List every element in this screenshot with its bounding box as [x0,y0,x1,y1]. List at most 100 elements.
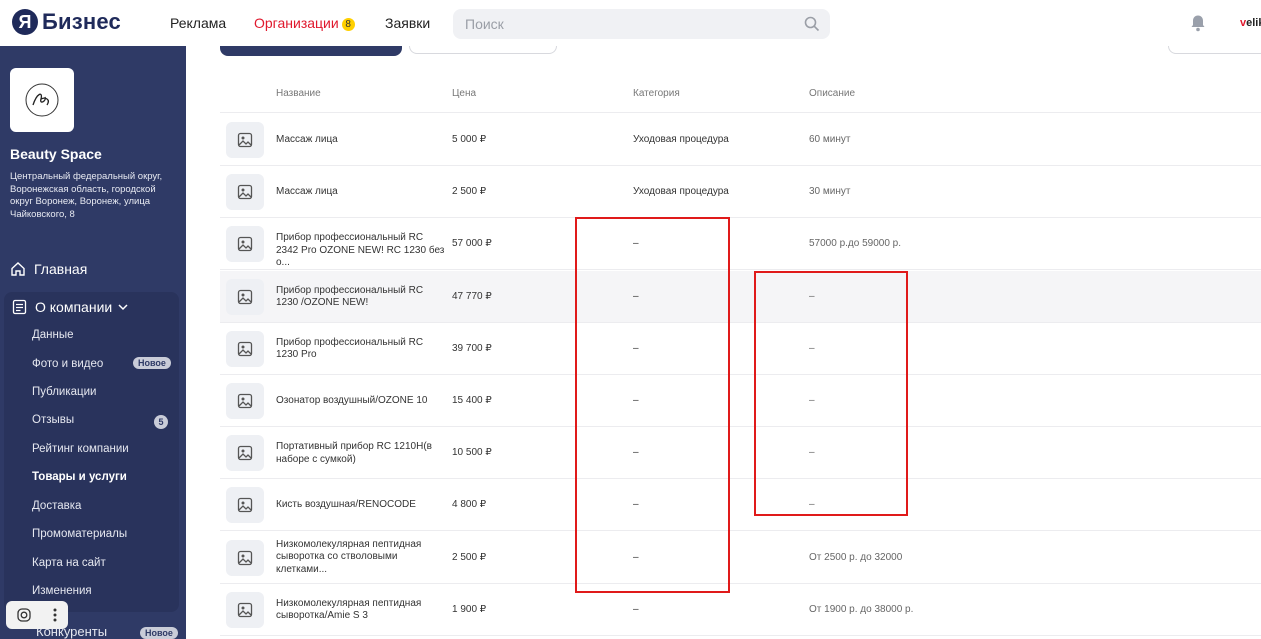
product-description: 30 минут [809,186,851,198]
nav-organizations[interactable]: Организации 8 [254,15,355,31]
search-box [453,9,830,39]
lens-icon[interactable] [16,607,32,623]
sidebar-item-rating[interactable]: Рейтинг компании [32,443,129,455]
right-action-button[interactable] [1168,46,1261,54]
column-header-category[interactable]: Категория [633,88,680,99]
column-header-name[interactable]: Название [276,88,321,99]
product-image-placeholder[interactable] [226,487,264,524]
table-row[interactable]: Низкомолекулярная пептидная сыворотка/Am… [220,584,1261,636]
bell-icon[interactable] [1190,14,1206,32]
search-input[interactable] [453,9,783,39]
nav-organizations-label: Организации [254,15,339,31]
product-name: Массаж лица [276,134,338,145]
sidebar-item-delivery[interactable]: Доставка [32,500,81,512]
sidebar-item-reviews[interactable]: Отзывы [32,414,74,426]
product-name: Прибор профессиональный RC 1230 /OZONE N… [276,284,424,309]
sidebar-item-goods-services[interactable]: Товары и услуги [32,471,127,483]
sidebar-item-promo[interactable]: Промоматериалы [32,528,127,540]
image-icon [237,341,253,356]
product-price: 2 500 ₽ [452,186,487,198]
product-price: 1 900 ₽ [452,603,487,615]
image-icon [237,393,253,409]
product-description: От 1900 р. до 38000 р. [809,603,914,615]
product-description: 60 минут [809,134,851,145]
logo-text: Бизнес [42,9,121,34]
product-price: 4 800 ₽ [452,499,487,511]
product-category: Уходовая процедура [633,186,729,198]
table-row[interactable]: Низкомолекулярная пептидная сыворотка со… [220,532,1261,584]
product-price: 15 400 ₽ [452,395,492,406]
table-row[interactable]: Прибор профессиональный RC 2342 Pro OZON… [220,218,1261,271]
product-image-placeholder[interactable] [226,226,264,263]
table-row[interactable]: Портативный прибор RC 1210H(в наборе с с… [220,427,1261,480]
sidebar: Beauty Space Центральный федеральный окр… [0,46,186,639]
secondary-action-button[interactable] [409,46,557,54]
sidebar-item-main-label: Главная [34,261,88,277]
product-description: От 2500 р. до 32000 [809,551,903,563]
sidebar-item-publications[interactable]: Публикации [32,386,96,398]
image-icon [237,237,253,252]
nav-ads[interactable]: Реклама [170,15,226,31]
top-bar: Я Бизнес Реклама Организации8 Заявки vel… [0,0,1261,46]
image-icon [237,289,253,304]
product-category: – [633,603,639,615]
product-name: Прибор профессиональный RC 1230 Pro [276,336,424,361]
annotation-box-description [754,271,908,516]
product-price: 5 000 ₽ [452,134,487,145]
product-image-placeholder[interactable] [226,330,264,367]
table-row[interactable]: Озонатор воздушный/OZONE 10 15 400 ₽ – – [220,375,1261,427]
sidebar-item-main[interactable]: Главная [10,261,87,277]
table-header: Название Цена Категория Описание [220,78,1261,113]
product-name: Портативный прибор RC 1210H(в наборе с с… [276,441,432,465]
product-image-placeholder[interactable] [226,174,264,211]
user-login-rest: elik [1246,17,1261,29]
image-icon [237,498,253,513]
product-price: 47 770 ₽ [452,290,492,302]
product-price: 39 700 ₽ [452,342,492,354]
image-icon [237,550,253,565]
table-row[interactable]: Кисть воздушная/RENOCODE 4 800 ₽ – – [220,479,1261,532]
floating-toolbar [6,601,68,629]
organization-address: Центральный федеральный округ, Воронежск… [10,171,163,220]
product-name: Озонатор воздушный/OZONE 10 [276,395,428,406]
column-header-description[interactable]: Описание [809,88,855,99]
product-image-placeholder[interactable] [226,122,264,158]
product-image-placeholder[interactable] [226,591,264,628]
product-price: 10 500 ₽ [452,447,492,459]
sidebar-item-site-map[interactable]: Карта на сайт [32,557,106,569]
reviews-count-badge: 5 [154,415,168,429]
product-name: Низкомолекулярная пептидная сыворотка со… [276,538,422,575]
annotation-box-category [575,217,730,593]
sidebar-item-data[interactable]: Данные [32,329,74,341]
product-image-placeholder[interactable] [226,539,264,576]
product-name: Низкомолекулярная пептидная сыворотка/Am… [276,597,422,622]
yandex-business-logo[interactable]: Я Бизнес [12,9,121,35]
product-image-placeholder[interactable] [226,278,264,315]
sidebar-item-about[interactable]: О компании [12,299,136,315]
competitors-new-badge: Новое [140,627,178,639]
product-category: Уходовая процедура [633,134,729,145]
organizations-count-badge: 8 [341,18,355,31]
product-name: Кисть воздушная/RENOCODE [276,499,416,511]
product-image-placeholder[interactable] [226,435,264,472]
sidebar-item-changes[interactable]: Изменения [32,585,92,597]
search-icon[interactable] [804,16,820,32]
nav-requests[interactable]: Заявки [385,15,430,31]
product-description: 57000 р.до 59000 р. [809,238,902,250]
sidebar-item-photo-video[interactable]: Фото и видео [32,358,103,370]
sidebar-item-about-label: О компании [35,299,113,315]
primary-action-button[interactable] [220,46,402,56]
image-icon [237,185,253,200]
user-login[interactable]: velik [1240,17,1261,29]
product-price: 2 500 ₽ [452,551,487,563]
table-row[interactable]: Прибор профессиональный RC 1230 Pro 39 70… [220,323,1261,375]
organization-logo[interactable] [10,68,74,132]
column-header-price[interactable]: Цена [452,88,476,99]
table-row[interactable]: Массаж лица 5 000 ₽ Уходовая процедура 60 м… [220,114,1261,166]
organization-name: Beauty Space [10,146,102,162]
product-image-placeholder[interactable] [226,383,264,419]
bs-monogram-logo [25,83,59,117]
table-row[interactable]: Массаж лица 2 500 ₽ Уходовая процедура 30 м… [220,166,1261,219]
table-row[interactable]: Прибор профессиональный RC 1230 /OZONE N… [220,270,1261,323]
more-icon[interactable] [52,607,58,623]
